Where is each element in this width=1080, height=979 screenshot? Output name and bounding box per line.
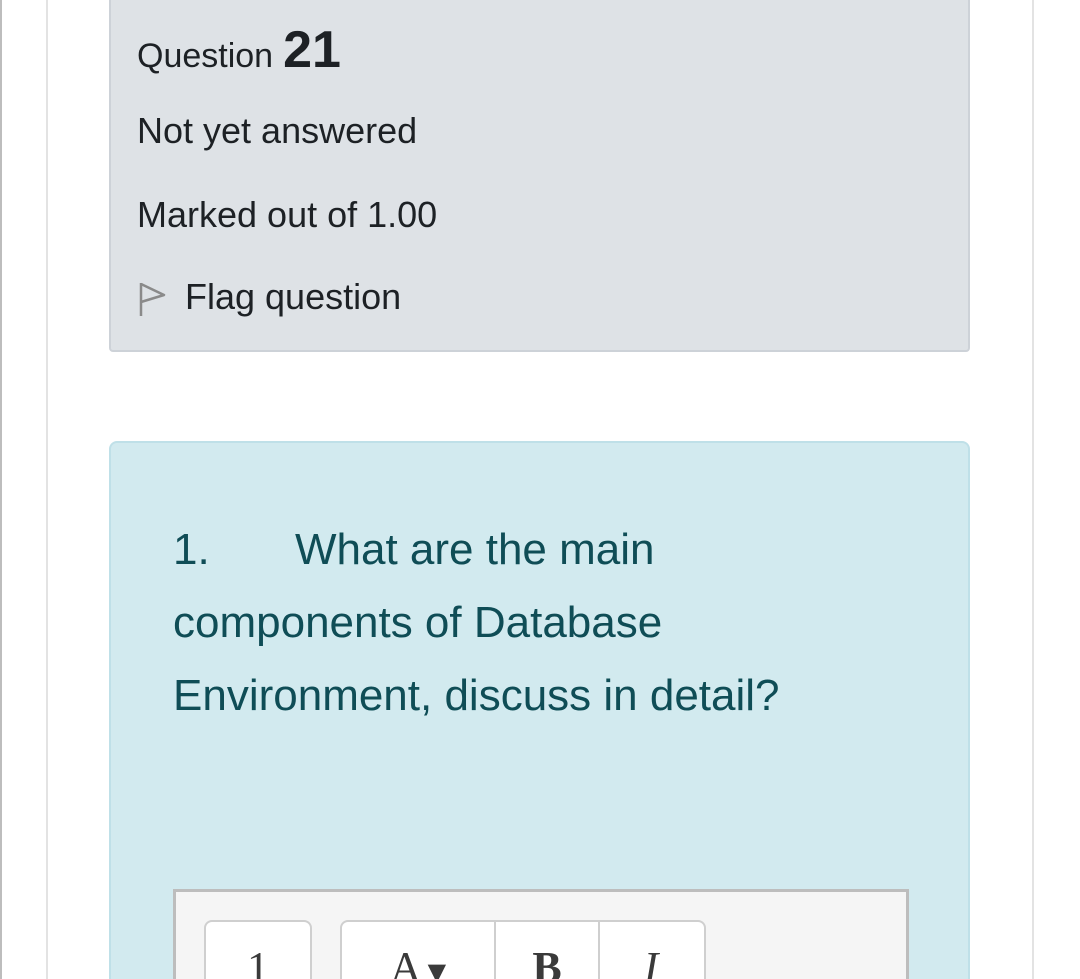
quiz-page: Question 21 Not yet answered Marked out o… [0,0,1080,979]
question-item-number: 1. [173,525,210,574]
flag-question-label: Flag question [185,276,402,317]
question-text-line3: Environment, discuss in detail? [173,671,780,720]
flag-icon [139,282,166,316]
toolbar-bold-button[interactable]: B [494,922,598,979]
toolbar-group-expand: 1 [204,920,312,979]
question-text: 1. What are the main components of Databa… [173,513,933,732]
column-border-left [46,0,48,979]
question-content: 1. What are the main components of Databa… [109,441,970,979]
toolbar-expand-label: 1 [247,943,269,979]
question-label: Question [137,37,274,75]
question-title: Question 21 [137,20,341,80]
toolbar-paragraph-button[interactable]: A ▼ [342,922,494,979]
chevron-down-icon: ▼ [427,958,447,979]
toolbar-paragraph-label: A [389,943,422,979]
question-state: Not yet answered [137,110,418,151]
answer-editor[interactable]: 1 A ▼ B I [173,889,909,979]
column-border-right [1032,0,1034,979]
question-text-line: 1. What are the main [173,513,933,586]
toolbar-expand-button[interactable]: 1 [206,922,310,979]
toolbar-italic-label: I [643,943,659,979]
question-text-line2: components of Database [173,598,663,647]
left-rail [0,0,2,979]
question-text-line1: What are the main [295,525,655,574]
toolbar-bold-label: B [532,943,562,979]
question-grade: Marked out of 1.00 [137,194,438,235]
question-number: 21 [283,21,341,79]
toolbar-group-format: A ▼ B I [340,920,706,979]
flag-question-toggle[interactable]: Flag question [137,276,401,318]
toolbar-italic-button[interactable]: I [598,922,702,979]
question-info: Question 21 Not yet answered Marked out o… [109,0,970,352]
